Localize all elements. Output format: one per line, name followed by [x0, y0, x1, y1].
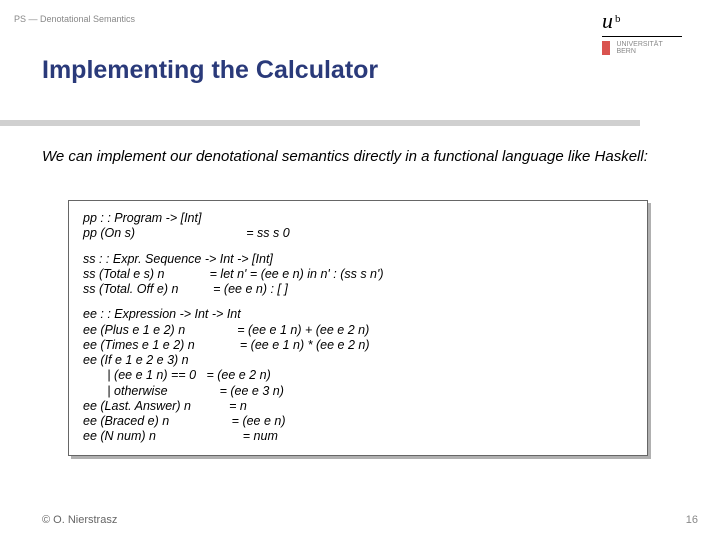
code-line: ss : : Expr. Sequence -> Int -> [Int] — [83, 252, 633, 267]
footer-copyright: © O. Nierstrasz — [42, 514, 117, 526]
code-box: pp : : Program -> [Int] pp (On s) = ss s… — [68, 200, 648, 456]
university-logo: ub UNIVERSITÄT BERN — [602, 8, 702, 59]
logo-red-band — [602, 41, 610, 55]
slide-title: Implementing the Calculator — [42, 56, 378, 85]
intro-text: We can implement our denotational semant… — [42, 148, 680, 167]
logo-university-text: UNIVERSITÄT BERN — [616, 41, 662, 55]
code-line: ee (Last. Answer) n = n — [83, 399, 633, 414]
footer-page-number: 16 — [686, 514, 698, 526]
logo-line2: BERN — [616, 48, 635, 55]
code-block-pp: pp : : Program -> [Int] pp (On s) = ss s… — [83, 211, 633, 242]
code-block-ee: ee : : Expression -> Int -> Int ee (Plus… — [83, 307, 633, 444]
code-line: pp : : Program -> [Int] — [83, 211, 633, 226]
code-line: ee : : Expression -> Int -> Int — [83, 307, 633, 322]
code-line: pp (On s) = ss s 0 — [83, 226, 633, 241]
header-label: PS — Denotational Semantics — [14, 14, 135, 24]
code-line: | (ee e 1 n) == 0 = (ee e 2 n) — [83, 368, 633, 383]
decor-line — [0, 120, 640, 126]
code-line: ee (If e 1 e 2 e 3) n — [83, 353, 633, 368]
code-block-ss: ss : : Expr. Sequence -> Int -> [Int] ss… — [83, 252, 633, 298]
logo-divider — [602, 36, 682, 37]
logo-letter-b: b — [615, 13, 621, 25]
code-line: | otherwise = (ee e 3 n) — [83, 384, 633, 399]
logo-letter-u: u — [602, 8, 613, 34]
code-line: ss (Total e s) n = let n' = (ee e n) in … — [83, 267, 633, 282]
code-line: ee (Plus e 1 e 2) n = (ee e 1 n) + (ee e… — [83, 323, 633, 338]
logo-line1: UNIVERSITÄT — [616, 41, 662, 48]
code-line: ee (Times e 1 e 2) n = (ee e 1 n) * (ee … — [83, 338, 633, 353]
code-line: ee (Braced e) n = (ee e n) — [83, 414, 633, 429]
code-line: ee (N num) n = num — [83, 429, 633, 444]
code-line: ss (Total. Off e) n = (ee e n) : [ ] — [83, 282, 633, 297]
